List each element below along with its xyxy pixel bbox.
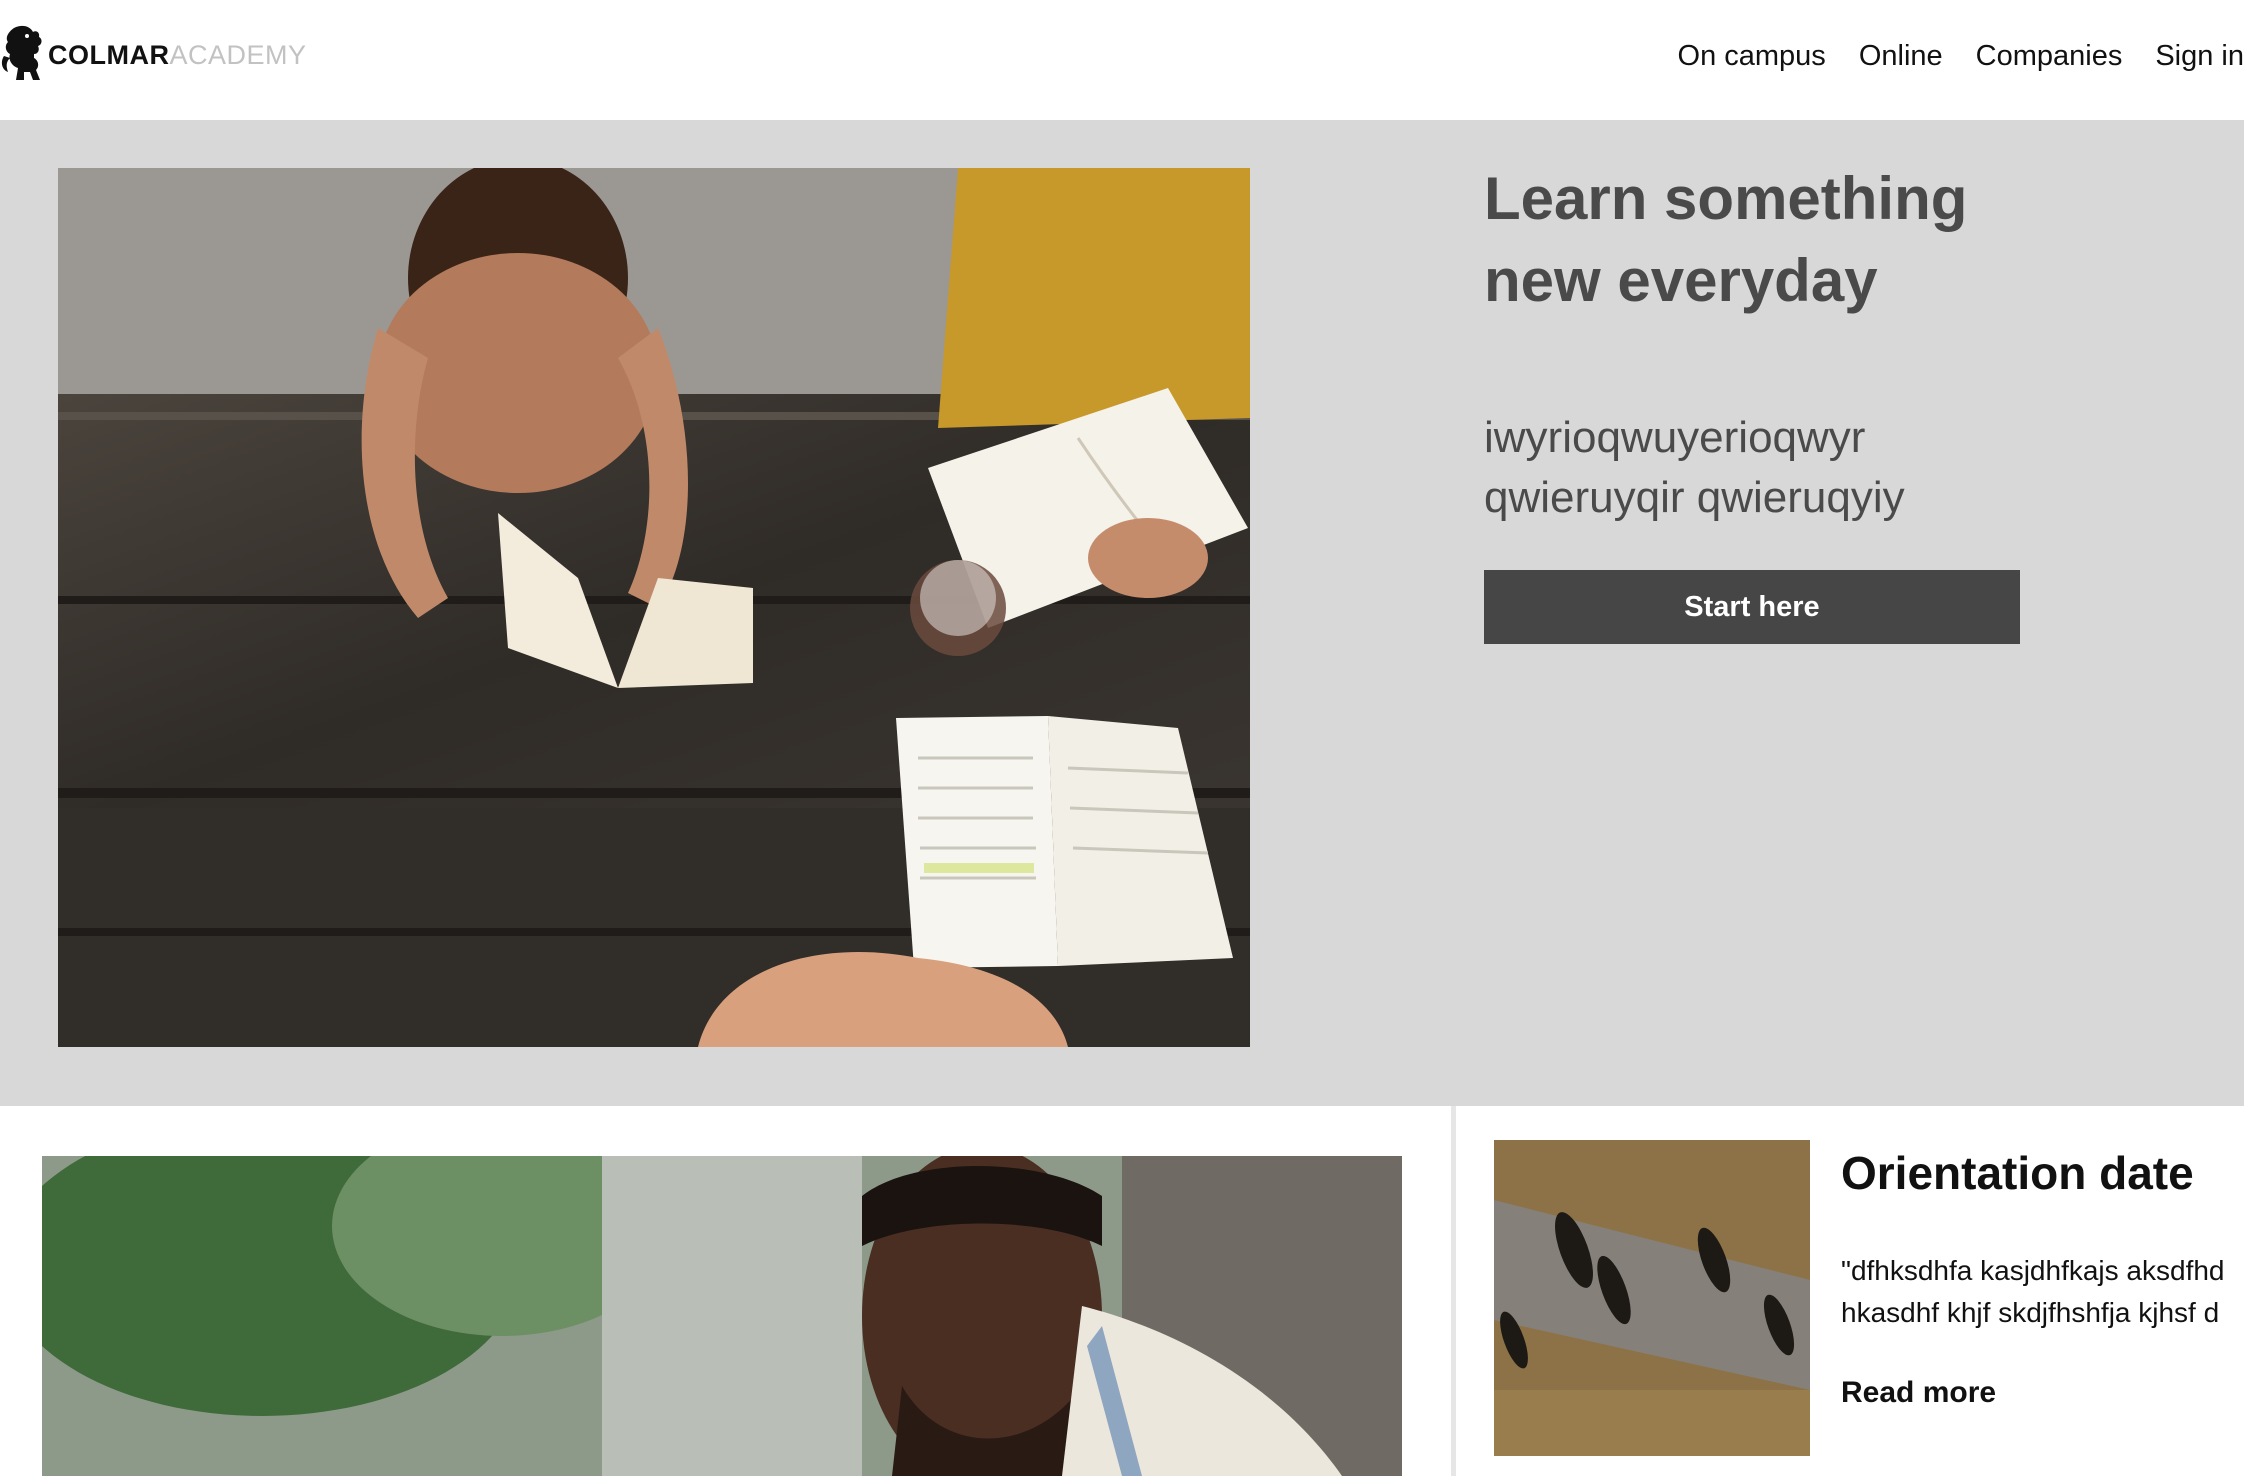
read-more-link[interactable]: Read more: [1841, 1376, 1996, 1410]
logo-text-primary: COLMAR: [48, 40, 170, 70]
site-logo[interactable]: COLMARACADEMY: [0, 22, 307, 88]
event-description-line-1: "dfhksdhfa kasjdhfkajs aksdfhd: [1841, 1255, 2225, 1286]
logo-text-secondary: ACADEMY: [169, 40, 307, 70]
hero-subtitle-line-2: qwieruyqir qwieruqyiy: [1484, 473, 1905, 522]
feature-image: [42, 1156, 1402, 1476]
hero-title-line-2: new everyday: [1484, 247, 1878, 314]
event-card: Orientation date "dfhksdhfa kasjdhfkajs …: [1456, 1106, 2244, 1476]
hero-title: Learn something new everyday: [1484, 158, 2044, 322]
nav-link-companies[interactable]: Companies: [1976, 36, 2123, 76]
hero-subtitle: iwyrioqwuyerioqwyr qwieruyqir qwieruqyiy: [1484, 408, 2044, 528]
main-nav: On campus Online Companies Sign in: [1678, 36, 2244, 76]
start-here-button[interactable]: Start here: [1484, 570, 2020, 644]
nav-link-sign-in[interactable]: Sign in: [2155, 36, 2244, 76]
hero-image: [58, 168, 1250, 1047]
site-header: COLMARACADEMY On campus Online Companies…: [0, 0, 2244, 120]
hero-title-line-1: Learn something: [1484, 165, 1968, 232]
logo-wordmark: COLMARACADEMY: [48, 22, 307, 88]
event-description-line-2: hkasdhf khjf skdjfhshfja kjhsf d: [1841, 1297, 2220, 1328]
lion-crest-icon: [1, 25, 42, 81]
event-description: "dfhksdhfa kasjdhfkajs aksdfhd hkasdhf kh…: [1841, 1250, 2244, 1334]
hero-subtitle-line-1: iwyrioqwuyerioqwyr: [1484, 413, 1866, 462]
hero-section: Learn something new everyday iwyrioqwuyer…: [0, 120, 2244, 1106]
nav-link-on-campus[interactable]: On campus: [1678, 36, 1826, 76]
event-image[interactable]: [1494, 1140, 1810, 1456]
event-title: Orientation date: [1841, 1147, 2194, 1199]
nav-link-online[interactable]: Online: [1859, 36, 1943, 76]
